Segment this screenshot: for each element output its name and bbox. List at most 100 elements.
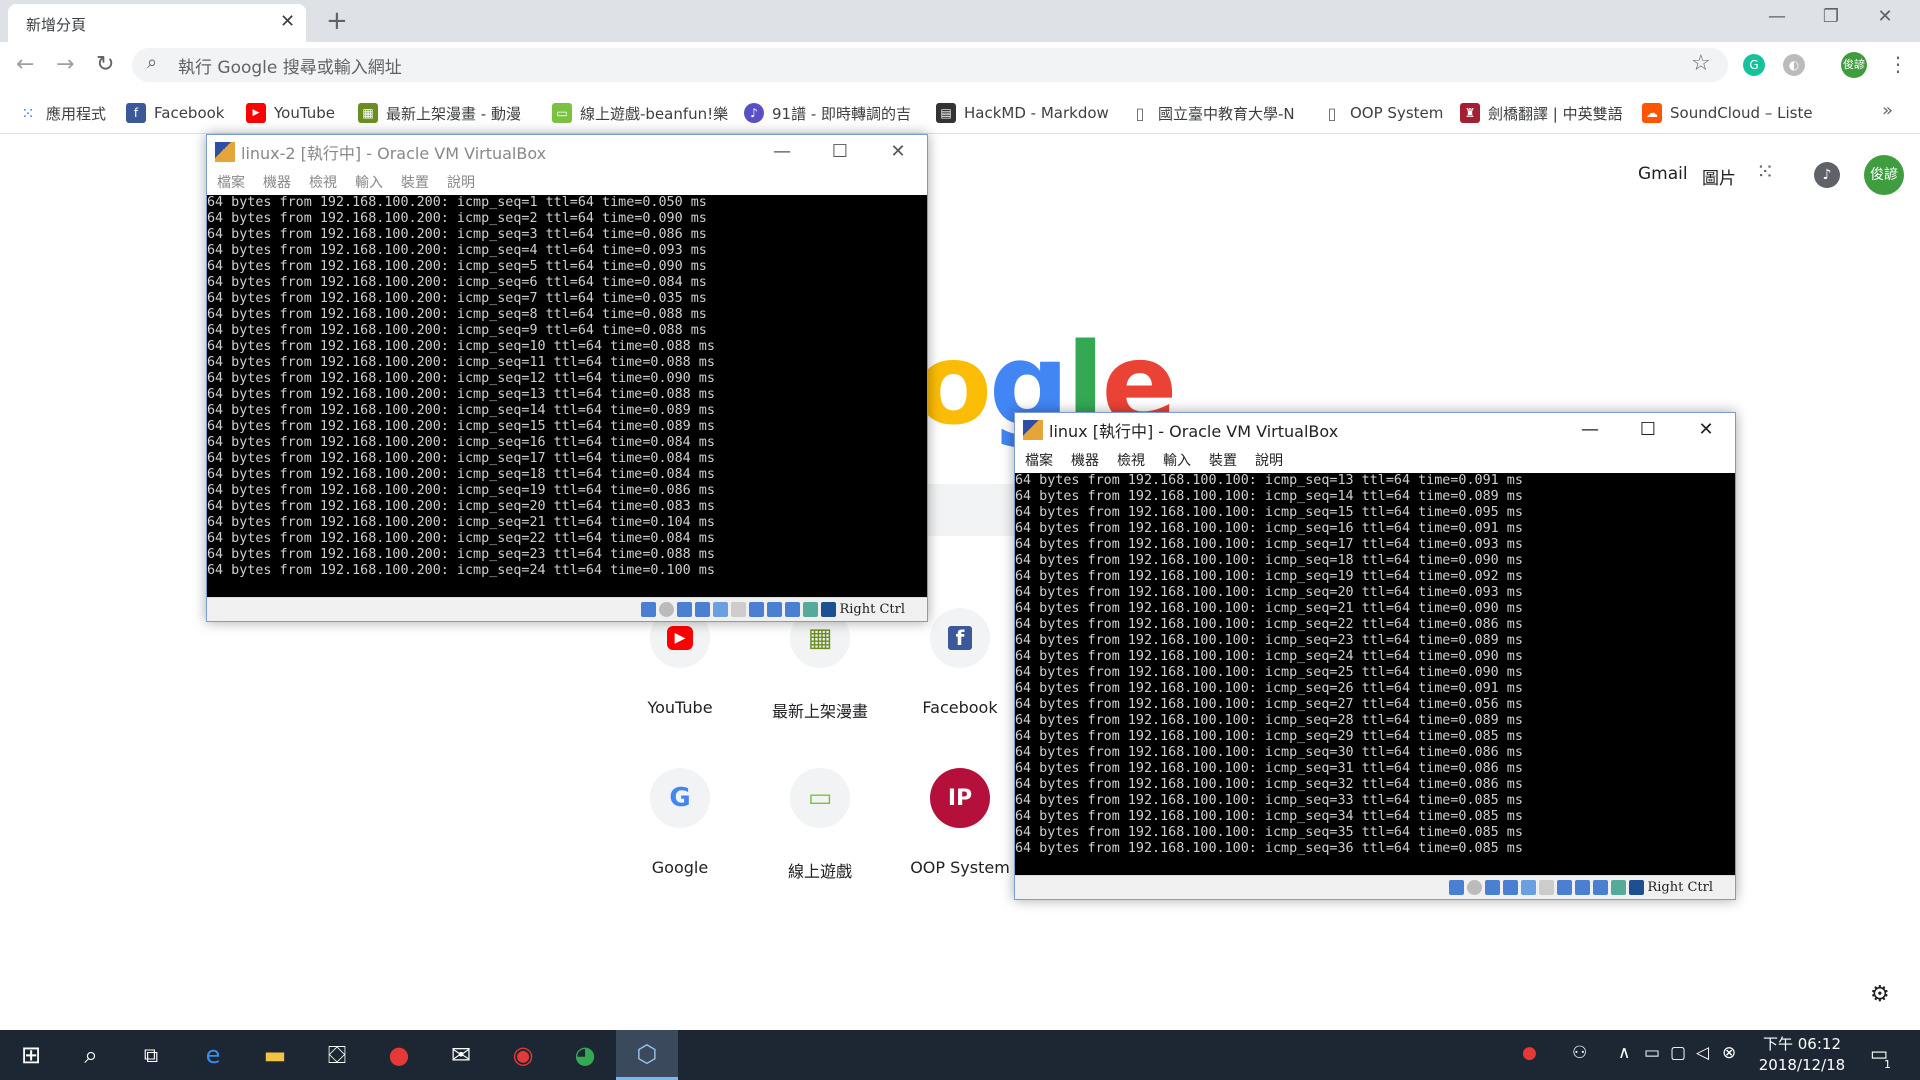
terminal-line: 64 bytes from 192.168.100.200: icmp_seq=…: [207, 499, 715, 514]
terminal-line: 64 bytes from 192.168.100.200: icmp_seq=…: [207, 515, 715, 530]
menu-file[interactable]: 檔案: [217, 172, 245, 192]
bookmark-beanfun[interactable]: ▭ 線上遊戲-beanfun!樂: [552, 102, 728, 124]
maximize-icon[interactable]: ☐: [811, 135, 869, 169]
menu-input[interactable]: 輸入: [355, 172, 383, 192]
account-avatar[interactable]: 俊諺: [1864, 155, 1904, 195]
task-view-icon[interactable]: ⧉: [120, 1030, 182, 1080]
terminal-line: 64 bytes from 192.168.100.200: icmp_seq=…: [207, 531, 715, 546]
menu-machine[interactable]: 機器: [1071, 450, 1099, 470]
terminal-line: 64 bytes from 192.168.100.200: icmp_seq=…: [207, 467, 715, 482]
google-g-icon: G: [650, 768, 710, 828]
show-hidden-icons-chevron[interactable]: ∧: [1618, 1043, 1630, 1063]
back-icon[interactable]: ←: [16, 52, 34, 77]
restore-icon[interactable]: ❐: [1808, 6, 1854, 27]
menu-input[interactable]: 輸入: [1163, 450, 1191, 470]
new-tab-button[interactable]: +: [326, 6, 348, 36]
file-explorer-icon[interactable]: ▬: [244, 1030, 306, 1080]
maximize-icon[interactable]: ☐: [1619, 413, 1677, 447]
mail-icon[interactable]: ✉: [430, 1030, 492, 1080]
minimize-icon[interactable]: —: [753, 135, 811, 169]
terminal-line: 64 bytes from 192.168.100.100: icmp_seq=…: [1015, 569, 1523, 584]
reload-icon[interactable]: ↻: [96, 52, 114, 77]
menu-kebab-icon[interactable]: ⋮: [1888, 52, 1908, 76]
extension-icon[interactable]: ◐: [1783, 54, 1805, 76]
bookmark-youtube[interactable]: ▶ YouTube: [246, 102, 335, 124]
terminal-line: 64 bytes from 192.168.100.100: icmp_seq=…: [1015, 617, 1523, 632]
bookmark-oop-system[interactable]: ▯ OOP System: [1322, 102, 1444, 124]
gmail-link[interactable]: Gmail: [1638, 164, 1688, 184]
close-icon[interactable]: ✕: [869, 135, 927, 169]
shortcut-oop-system[interactable]: IP OOP System: [890, 768, 1030, 938]
store-icon[interactable]: ⛋: [306, 1030, 368, 1080]
profile-avatar[interactable]: 俊諺: [1841, 52, 1867, 78]
volume-icon[interactable]: ◁: [1696, 1043, 1709, 1063]
vm-window-linux-2[interactable]: linux-2 [執行中] - Oracle VM VirtualBox — ☐…: [206, 134, 928, 622]
terminal-line: 64 bytes from 192.168.100.100: icmp_seq=…: [1015, 793, 1523, 808]
bookmark-apps[interactable]: ⁙ 應用程式: [18, 102, 106, 124]
bookmark-ntcu[interactable]: ▯ 國立臺中教育大學-N: [1130, 102, 1295, 124]
shortcut-youtube[interactable]: ▶ YouTube: [610, 608, 750, 778]
virtualbox-taskbar-icon[interactable]: ⬡: [616, 1030, 678, 1080]
bookmark-cambridge[interactable]: ♜ 劍橋翻譯 | 中英雙語: [1460, 102, 1623, 124]
soundcloud-icon: ☁: [1642, 103, 1662, 123]
hdd-icon: [641, 602, 657, 617]
clock[interactable]: 下午 06:12 2018/12/18: [1752, 1034, 1852, 1076]
bookmark-hackmd[interactable]: ▤ HackMD - Markdow: [936, 102, 1109, 124]
terminal-line: 64 bytes from 192.168.100.100: icmp_seq=…: [1015, 841, 1523, 856]
close-tab-icon[interactable]: ✕: [280, 11, 295, 32]
garena-icon[interactable]: ◉: [492, 1030, 554, 1080]
menu-devices[interactable]: 裝置: [1209, 450, 1237, 470]
battery-icon[interactable]: ▭: [1644, 1043, 1660, 1063]
notifications-bell-icon[interactable]: ♪: [1814, 162, 1840, 188]
vm-statusbar: Right Ctrl: [1015, 875, 1735, 899]
images-link[interactable]: 圖片: [1702, 164, 1736, 189]
menu-help[interactable]: 說明: [1255, 450, 1283, 470]
shortcut-google[interactable]: G Google: [610, 768, 750, 938]
shortcut-comic[interactable]: ▦ 最新上架漫畫: [750, 608, 890, 778]
vm-terminal[interactable]: 64 bytes from 192.168.100.100: icmp_seq=…: [1015, 473, 1735, 875]
vm-window-linux[interactable]: linux [執行中] - Oracle VM VirtualBox — ☐ ✕…: [1014, 412, 1736, 900]
customize-gear-icon[interactable]: ⚙: [1870, 982, 1890, 1007]
edge-browser-icon[interactable]: e: [182, 1030, 244, 1080]
menu-help[interactable]: 說明: [447, 172, 475, 192]
close-window-icon[interactable]: ✕: [1862, 6, 1908, 27]
google-apps-icon[interactable]: ⁙: [1756, 160, 1774, 185]
network-tray-icon[interactable]: ▢: [1670, 1043, 1686, 1063]
shortcut-online-game[interactable]: ▭ 線上遊戲: [750, 768, 890, 938]
app-red-icon[interactable]: ●: [368, 1030, 430, 1080]
tab-new-tab[interactable]: 新增分頁 ✕: [8, 4, 306, 42]
menu-view[interactable]: 檢視: [1117, 450, 1145, 470]
grammarly-icon[interactable]: G: [1743, 54, 1765, 76]
menu-devices[interactable]: 裝置: [401, 172, 429, 192]
vm-terminal[interactable]: 64 bytes from 192.168.100.200: icmp_seq=…: [207, 195, 927, 597]
keyboard-capture-icon: [1629, 880, 1645, 895]
bookmark-facebook[interactable]: f Facebook: [126, 102, 224, 124]
cambridge-icon: ♜: [1460, 103, 1480, 123]
search-icon[interactable]: ⌕: [60, 1030, 122, 1080]
bookmarks-overflow-icon[interactable]: »: [1882, 100, 1893, 121]
shared-folder-icon: [1539, 880, 1555, 895]
forward-icon[interactable]: →: [56, 52, 74, 77]
bookmark-soundcloud[interactable]: ☁ SoundCloud – Liste: [1642, 102, 1813, 124]
bookmark-comic[interactable]: ▦ 最新上架漫畫 - 動漫: [358, 102, 521, 124]
menu-view[interactable]: 檢視: [309, 172, 337, 192]
terminal-line: 64 bytes from 192.168.100.100: icmp_seq=…: [1015, 489, 1523, 504]
terminal-line: 64 bytes from 192.168.100.100: icmp_seq=…: [1015, 825, 1523, 840]
bookmark-star-icon[interactable]: ☆: [1691, 51, 1711, 76]
close-icon[interactable]: ✕: [1677, 413, 1735, 447]
start-button-windows-icon[interactable]: ⊞: [0, 1030, 62, 1080]
minimize-icon[interactable]: —: [1561, 413, 1619, 447]
ime-icon[interactable]: ⊗: [1722, 1043, 1736, 1063]
chrome-icon[interactable]: ◕: [554, 1030, 616, 1080]
vm-menubar: 檔案 機器 檢視 輸入 裝置 說明: [207, 169, 927, 195]
people-icon[interactable]: ⚇: [1572, 1043, 1587, 1063]
host-key-label: Right Ctrl: [839, 602, 905, 617]
terminal-line: 64 bytes from 192.168.100.200: icmp_seq=…: [207, 259, 707, 274]
bookmark-91pu[interactable]: ♪ 91譜 - 即時轉調的吉: [744, 102, 911, 124]
menu-machine[interactable]: 機器: [263, 172, 291, 192]
menu-file[interactable]: 檔案: [1025, 450, 1053, 470]
minimize-icon[interactable]: —: [1754, 6, 1800, 27]
tray-app-icon[interactable]: ●: [1522, 1043, 1537, 1063]
shortcut-facebook[interactable]: f Facebook: [890, 608, 1030, 778]
terminal-line: 64 bytes from 192.168.100.200: icmp_seq=…: [207, 483, 715, 498]
